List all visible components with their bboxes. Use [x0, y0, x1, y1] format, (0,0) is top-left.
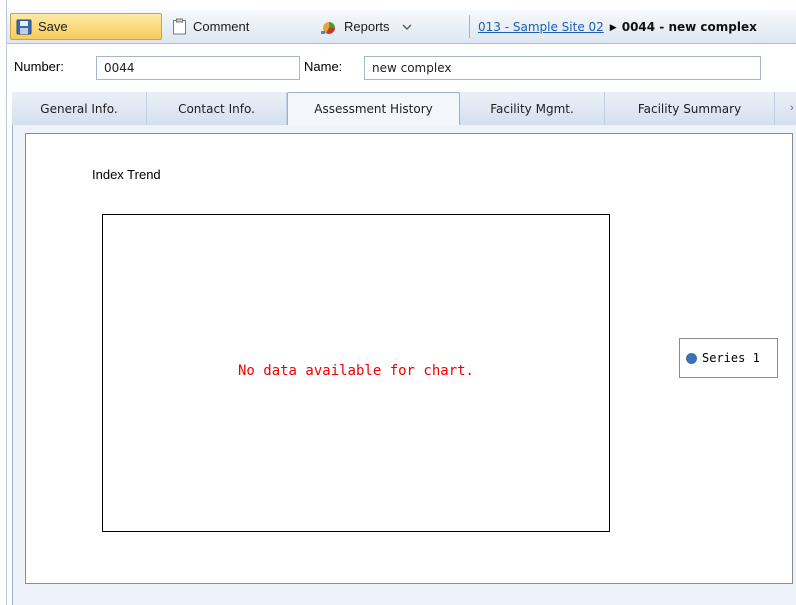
tab-contact-info[interactable]: Contact Info. — [147, 92, 287, 125]
name-field[interactable]: new complex — [364, 56, 761, 80]
save-label: Save — [38, 19, 68, 34]
breadcrumb-arrow-icon: ▶ — [609, 23, 617, 33]
chart-plot-area: No data available for chart. — [102, 214, 610, 532]
legend-series-marker — [686, 352, 697, 364]
number-label: Number: — [14, 59, 64, 74]
chart-legend: Series 1 — [679, 338, 778, 378]
breadcrumb-current: 0044 - new complex — [621, 20, 757, 34]
name-label: Name: — [304, 59, 343, 74]
reports-label: Reports — [344, 19, 390, 34]
comment-button[interactable]: Comment — [172, 13, 292, 40]
index-trend-chart: Index Trend No data available for chart.… — [25, 133, 793, 584]
reports-icon — [321, 21, 335, 34]
tab-facility-mgmt[interactable]: Facility Mgmt. — [460, 92, 605, 125]
save-icon — [16, 19, 32, 34]
breadcrumb-link-site[interactable]: 013 - Sample Site 02 — [478, 20, 604, 34]
tab-general-info[interactable]: General Info. — [12, 92, 147, 125]
window-edge — [6, 0, 7, 605]
identity-form: Number: 0044 Name: new complex — [7, 52, 796, 84]
comment-icon — [173, 18, 186, 35]
tab-content: Index Trend No data available for chart.… — [12, 125, 796, 605]
tab-facility-summary[interactable]: Facility Summary — [605, 92, 775, 125]
tab-scroll-more-icon[interactable]: › — [790, 102, 796, 114]
reports-dropdown[interactable]: Reports — [320, 13, 460, 40]
breadcrumb: 013 - Sample Site 02 ▶ 0044 - new complex — [478, 20, 757, 34]
tab-strip: General Info. Contact Info. Assessment H… — [12, 92, 796, 126]
save-button[interactable]: Save — [10, 13, 162, 40]
toolbar-separator — [469, 15, 470, 38]
toolbar: Save Comment Reports 013 - Sample Site 0… — [7, 10, 796, 44]
tab-assessment-history[interactable]: Assessment History — [287, 92, 460, 126]
chart-title: Index Trend — [92, 167, 161, 182]
chevron-down-icon — [402, 24, 411, 30]
legend-series-label: Series 1 — [702, 351, 760, 365]
comment-label: Comment — [193, 19, 250, 34]
number-field[interactable]: 0044 — [96, 56, 300, 80]
no-data-message: No data available for chart. — [237, 363, 474, 379]
